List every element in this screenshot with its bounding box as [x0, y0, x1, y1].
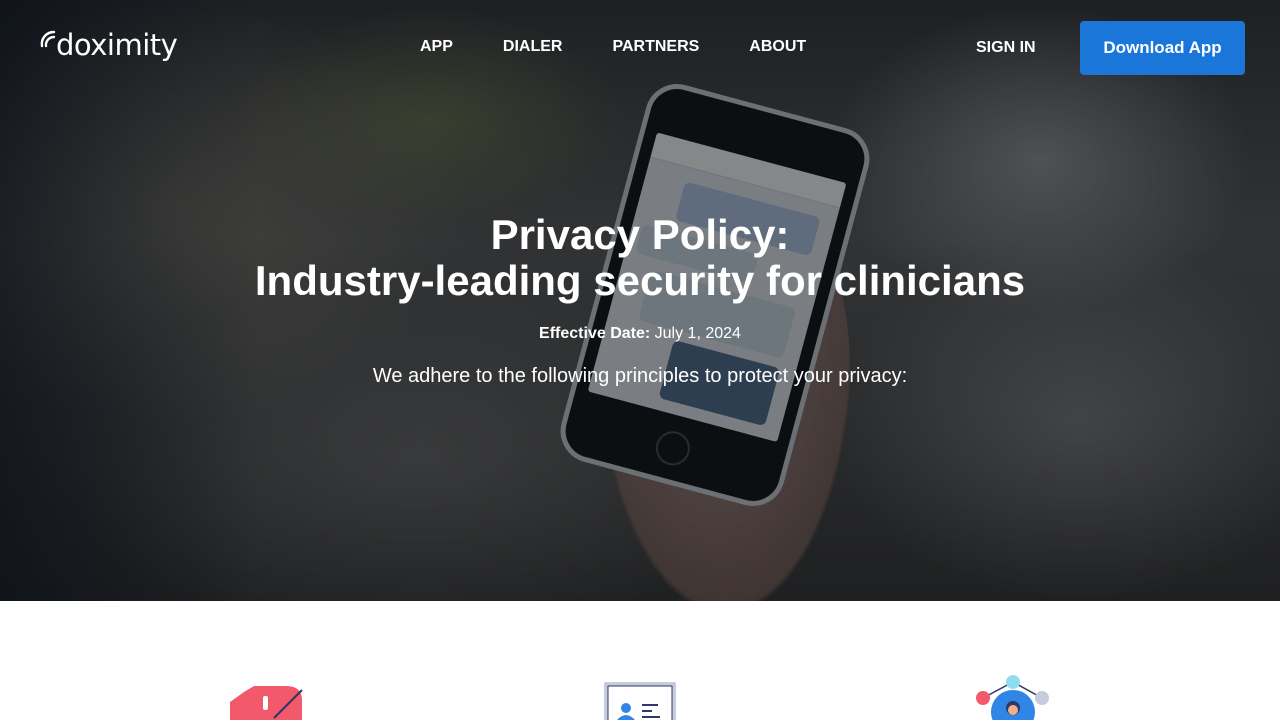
top-nav: doximity APP DIALER PARTNERS ABOUT SIGN …: [0, 0, 1280, 96]
page-title-line-2: Industry-leading security for clinicians: [254, 257, 1026, 304]
doximity-logo[interactable]: doximity: [38, 26, 178, 64]
nav-link-app[interactable]: APP: [420, 37, 453, 57]
effective-date-value: July 1, 2024: [654, 325, 741, 342]
nav-link-about[interactable]: ABOUT: [749, 37, 806, 57]
nav-link-partners[interactable]: PARTNERS: [612, 37, 699, 57]
id-card-icon: [604, 682, 676, 720]
page-title-line-1: Privacy Policy:: [490, 211, 790, 258]
principles-intro: We adhere to the following principles to…: [372, 365, 908, 387]
logo-text: doximity: [56, 28, 178, 62]
sign-in-link[interactable]: SIGN IN: [976, 38, 1036, 58]
effective-date-label: Effective Date:: [539, 325, 651, 342]
download-app-button[interactable]: Download App: [1080, 21, 1245, 75]
nav-links: APP DIALER PARTNERS ABOUT: [420, 37, 856, 57]
nav-link-dialer[interactable]: DIALER: [503, 37, 563, 57]
hero-text: Privacy Policy: Industry-leading securit…: [0, 212, 1280, 388]
no-selling-data-icon: [230, 686, 303, 720]
user-network-icon: [976, 675, 1049, 720]
page-title: Privacy Policy: Industry-leading securit…: [0, 212, 1280, 304]
effective-date: Effective Date: July 1, 2024: [0, 324, 1280, 344]
